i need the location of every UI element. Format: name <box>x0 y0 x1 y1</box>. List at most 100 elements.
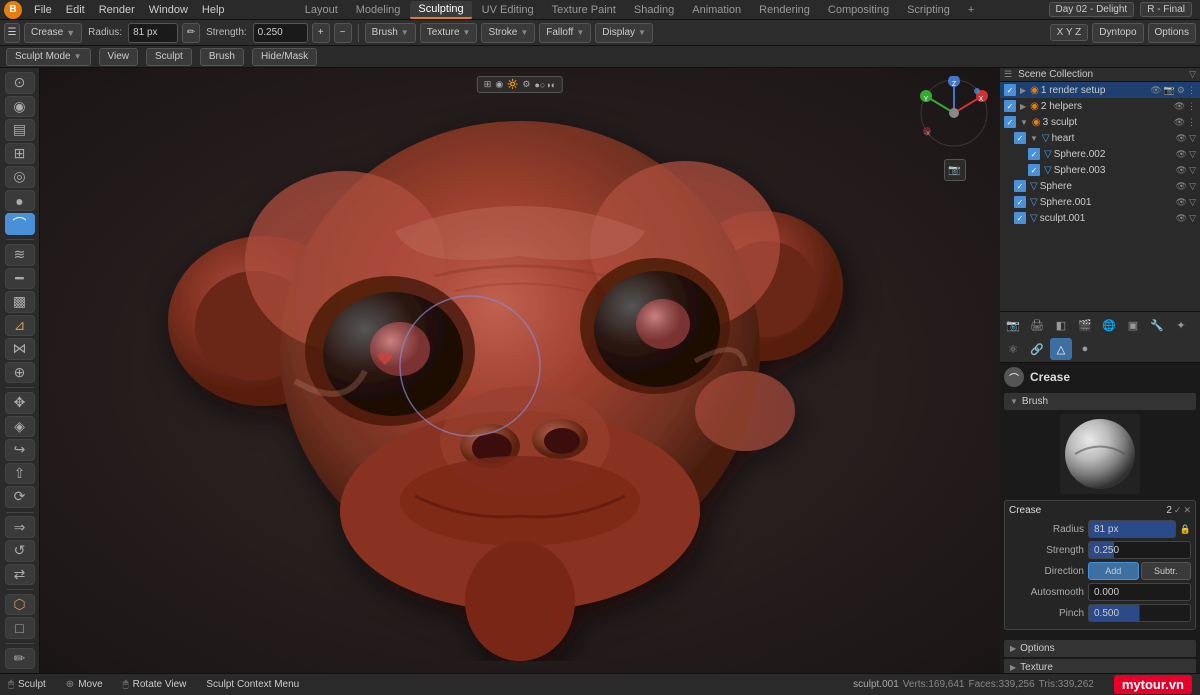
tree-item-sphere002[interactable]: ✓ ▽ Sphere.002 👁 ▽ <box>1000 146 1200 162</box>
texture-dropdown[interactable]: Texture▼ <box>420 23 478 43</box>
view-layer-icon[interactable]: ◧ <box>1050 314 1072 336</box>
camera-view-btn[interactable]: 📷 <box>944 159 966 181</box>
particles-icon[interactable]: ✦ <box>1170 314 1192 336</box>
tab-shading[interactable]: Shading <box>626 2 682 18</box>
object-icon[interactable]: ◉ <box>495 79 503 90</box>
grab-btn[interactable]: ✥ <box>5 392 35 414</box>
tab-texture-paint[interactable]: Texture Paint <box>544 2 624 18</box>
filter-sphere002[interactable]: ▽ <box>1189 149 1196 160</box>
filter-icon[interactable]: ▽ <box>1189 69 1196 80</box>
constraints-icon[interactable]: 🔗 <box>1026 338 1048 360</box>
options-header[interactable]: ▶ Options <box>1004 640 1196 657</box>
display-dropdown[interactable]: Display▼ <box>595 23 653 43</box>
tab-rendering[interactable]: Rendering <box>751 2 818 18</box>
show-props-icon[interactable]: ⚙ <box>522 79 530 90</box>
radius-pen-btn[interactable]: ✏ <box>182 23 200 43</box>
visibility-checkbox-sphere001[interactable]: ✓ <box>1014 196 1026 208</box>
draw-brush-btn[interactable]: ⊙ <box>5 72 35 94</box>
tree-item-sphere001[interactable]: ✓ ▽ Sphere.001 👁 ▽ <box>1000 194 1200 210</box>
tab-add[interactable]: + <box>960 2 982 18</box>
render-icon[interactable]: 🔆 <box>507 79 518 90</box>
dots-icon-sculpt[interactable]: ⋮ <box>1187 117 1196 128</box>
object-props-icon[interactable]: ▣ <box>1122 314 1144 336</box>
radius-input[interactable] <box>128 23 178 43</box>
grid-icon[interactable]: ⊞ <box>484 79 492 90</box>
eye-icon-sphere003[interactable]: 👁 <box>1176 165 1187 176</box>
blob-btn[interactable]: ● <box>5 190 35 212</box>
visibility-checkbox-helpers[interactable]: ✓ <box>1004 100 1016 112</box>
expand-arrow-sculpt[interactable]: ▼ <box>1020 118 1028 127</box>
tab-sculpting[interactable]: Sculpting <box>410 1 471 19</box>
box-mask-btn[interactable]: □ <box>5 617 35 639</box>
tree-item-sphere003[interactable]: ✓ ▽ Sphere.003 👁 ▽ <box>1000 162 1200 178</box>
tree-item-sculpt[interactable]: ✓ ▼ ◉ 3 sculpt 👁 ⋮ <box>1000 114 1200 130</box>
direction-subtract-btn[interactable]: Subtr. <box>1141 562 1192 580</box>
visibility-checkbox-sphere003[interactable]: ✓ <box>1028 164 1040 176</box>
visibility-checkbox-heart[interactable]: ✓ <box>1014 132 1026 144</box>
dyntopo-btn[interactable]: Dyntopo <box>1092 23 1143 43</box>
crease-btn[interactable]: ⌒ <box>5 213 35 235</box>
material-icon[interactable]: ● <box>1074 338 1096 360</box>
radius-lock-icon[interactable]: 🔒 <box>1180 524 1191 535</box>
snake-hook-btn[interactable]: ↪ <box>5 439 35 461</box>
shading-icons[interactable]: ●○◑◐ <box>534 80 556 90</box>
stroke-dropdown[interactable]: Stroke▼ <box>481 23 535 43</box>
direction-add-btn[interactable]: Add <box>1088 562 1139 580</box>
viewport[interactable]: X Y Z -X � <box>40 68 1000 673</box>
hide-mask-btn[interactable]: Hide/Mask <box>252 48 317 66</box>
brush-section-header[interactable]: ▼ Brush <box>1004 393 1196 410</box>
tab-animation[interactable]: Animation <box>684 2 749 18</box>
fill-btn[interactable]: ▩ <box>5 291 35 313</box>
flatten-btn[interactable]: ━ <box>5 268 35 290</box>
clay-brush-btn[interactable]: ◉ <box>5 96 35 118</box>
expand-arrow-render[interactable]: ▶ <box>1020 86 1026 95</box>
visibility-checkbox-render[interactable]: ✓ <box>1004 84 1016 96</box>
menu-file[interactable]: File <box>28 2 58 18</box>
physics-icon[interactable]: ⚛ <box>1002 338 1024 360</box>
brush-dropdown[interactable]: Brush▼ <box>365 23 416 43</box>
brush-menu-btn[interactable]: Brush <box>200 48 244 66</box>
visibility-checkbox-sphere[interactable]: ✓ <box>1014 180 1026 192</box>
eye-icon-helpers[interactable]: 👁 <box>1174 101 1185 112</box>
orbit-gizmo[interactable]: X Y Z -X <box>917 76 992 151</box>
tree-item-sphere[interactable]: ✓ ▽ Sphere 👁 ▽ <box>1000 178 1200 194</box>
filter-sphere001[interactable]: ▽ <box>1189 197 1196 208</box>
eye-icon-sphere[interactable]: 👁 <box>1176 181 1187 192</box>
tree-item-render-setup[interactable]: ✓ ▶ ◉ 1 render setup 👁 📷 ⚙ ⋮ <box>1000 82 1200 98</box>
viewport-overlay-icons[interactable]: ⊞ ◉ 🔆 ⚙ ●○◑◐ <box>477 76 563 93</box>
menu-window[interactable]: Window <box>143 2 194 18</box>
multiplane-btn[interactable]: ⋈ <box>5 338 35 360</box>
options-btn[interactable]: Options <box>1148 23 1196 43</box>
menu-edit[interactable]: Edit <box>60 2 91 18</box>
strength-prop-value[interactable]: 0.250 <box>1088 541 1191 559</box>
brush-name-btn[interactable]: Crease ▼ <box>24 23 82 43</box>
strength-add-btn[interactable]: + <box>312 23 330 43</box>
tab-uv-editing[interactable]: UV Editing <box>474 2 542 18</box>
visibility-checkbox-sphere002[interactable]: ✓ <box>1028 148 1040 160</box>
crease-check-icon[interactable]: ✓ <box>1174 505 1182 516</box>
outliner-tree[interactable]: ✓ ▶ ◉ 1 render setup 👁 📷 ⚙ ⋮ ✓ ▶ ◉ 2 hel… <box>1000 82 1200 312</box>
data-props-icon[interactable]: △ <box>1050 338 1072 360</box>
filter-sphere[interactable]: ▽ <box>1189 181 1196 192</box>
expand-arrow-heart[interactable]: ▼ <box>1030 134 1038 143</box>
strength-input[interactable] <box>253 23 308 43</box>
annotate-btn[interactable]: ✏ <box>5 648 35 670</box>
menu-render[interactable]: Render <box>93 2 141 18</box>
eye-icon-sculpt001[interactable]: 👁 <box>1176 213 1187 224</box>
inflate-btn[interactable]: ◎ <box>5 166 35 188</box>
world-props-icon[interactable]: 🌐 <box>1098 314 1120 336</box>
scene-props-icon[interactable]: 🎬 <box>1074 314 1096 336</box>
dots-icon-helpers[interactable]: ⋮ <box>1187 101 1196 112</box>
eye-icon-heart[interactable]: 👁 <box>1176 133 1187 144</box>
filter2-heart[interactable]: ▽ <box>1189 133 1196 144</box>
visibility-checkbox-sculpt001[interactable]: ✓ <box>1014 212 1026 224</box>
tree-item-sculpt001[interactable]: ✓ ▽ sculpt.001 👁 ▽ <box>1000 210 1200 226</box>
tree-item-helpers[interactable]: ✓ ▶ ◉ 2 helpers 👁 ⋮ <box>1000 98 1200 114</box>
smooth-btn[interactable]: ≋ <box>5 244 35 266</box>
eye-icon-sphere001[interactable]: 👁 <box>1176 197 1187 208</box>
modifier-props-icon[interactable]: 🔧 <box>1146 314 1168 336</box>
clay-strips-btn[interactable]: ▤ <box>5 119 35 141</box>
autosmooth-value[interactable]: 0.000 <box>1088 583 1191 601</box>
nudge-btn[interactable]: ⇒ <box>5 516 35 538</box>
view-menu-btn[interactable]: View <box>99 48 139 66</box>
